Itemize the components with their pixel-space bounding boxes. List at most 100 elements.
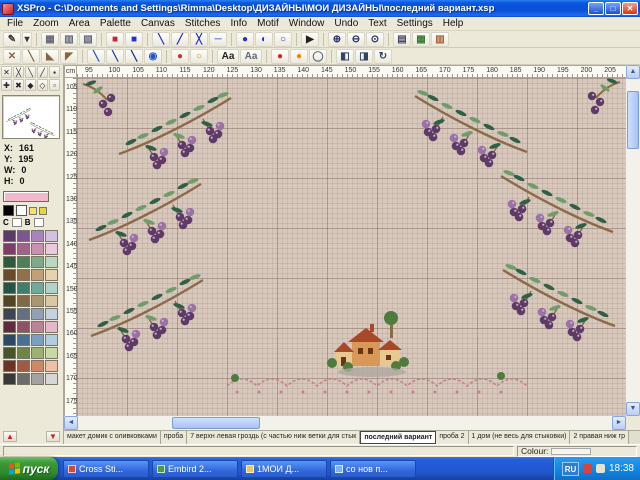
pattern-tab[interactable]: 7 верхн левая гроздь (с частью ниж ветки… xyxy=(187,431,360,444)
palette-color-swatch[interactable] xyxy=(17,282,30,294)
palette-color-swatch[interactable] xyxy=(3,282,16,294)
stitch-half-right-tool[interactable]: ╱ xyxy=(37,66,48,78)
palette-color-swatch[interactable] xyxy=(45,373,58,385)
front-color-swatch[interactable]: ■ xyxy=(106,32,124,47)
backstitch-thin[interactable]: ╲ xyxy=(87,49,105,64)
rotate-tool[interactable]: ↻ xyxy=(374,49,392,64)
stitch-double-tool[interactable]: ╳ xyxy=(13,66,24,78)
stitch-half-left-tool[interactable]: ╲ xyxy=(25,66,36,78)
backstitch-cross[interactable]: ╳ xyxy=(190,32,208,47)
menu-text[interactable]: Text xyxy=(363,17,391,30)
menu-undo[interactable]: Undo xyxy=(329,17,363,30)
taskbar-task[interactable]: Embird 2... xyxy=(152,460,238,478)
horizontal-scrollbar[interactable]: ◄ ► xyxy=(64,416,626,430)
color-dot-orange[interactable]: ● xyxy=(290,49,308,64)
palette-color-swatch[interactable] xyxy=(45,269,58,281)
backstitch-diag-left[interactable]: ╲ xyxy=(152,32,170,47)
palette-color-swatch[interactable] xyxy=(31,360,44,372)
palette-down-button[interactable]: ▼ xyxy=(46,431,60,442)
palette-color-swatch[interactable] xyxy=(31,334,44,346)
palette-color-swatch[interactable] xyxy=(31,347,44,359)
titlebar[interactable]: XSPro - C:\Documents and Settings\Rimma\… xyxy=(0,0,640,17)
pattern-tab[interactable]: проба xyxy=(161,431,187,444)
minimize-button[interactable]: _ xyxy=(588,2,604,15)
tray-icon[interactable] xyxy=(583,464,592,473)
palette-color-swatch[interactable] xyxy=(45,360,58,372)
palette-color-swatch[interactable] xyxy=(3,321,16,333)
current-color-swatch[interactable] xyxy=(3,191,49,202)
menu-stitches[interactable]: Stitches xyxy=(180,17,226,30)
palette-color-swatch[interactable] xyxy=(45,308,58,320)
palette-color-swatch[interactable] xyxy=(17,295,30,307)
palette-color-swatch[interactable] xyxy=(45,295,58,307)
menu-window[interactable]: Window xyxy=(284,17,330,30)
menu-palette[interactable]: Palette xyxy=(95,17,136,30)
palette-color-swatch[interactable] xyxy=(45,256,58,268)
text-serif-tool[interactable]: Aa xyxy=(217,49,239,64)
language-indicator[interactable]: RU xyxy=(562,462,579,476)
palette-color-swatch[interactable] xyxy=(17,256,30,268)
close-button[interactable]: ✕ xyxy=(622,2,638,15)
backstitch-line[interactable]: ─ xyxy=(209,32,227,47)
scroll-right-button[interactable]: ► xyxy=(612,416,626,430)
print[interactable]: ▤ xyxy=(393,32,411,47)
french-knot-tool[interactable]: ◉ xyxy=(144,49,162,64)
menu-area[interactable]: Area xyxy=(64,17,95,30)
palette-color-swatch[interactable] xyxy=(17,347,30,359)
mirror-vertical[interactable]: ◨ xyxy=(355,49,373,64)
grid-toggle[interactable]: ▦ xyxy=(412,32,430,47)
stitch-add-tool[interactable]: ✚ xyxy=(1,79,12,91)
menu-help[interactable]: Help xyxy=(438,17,469,30)
bead-tool[interactable]: ● xyxy=(171,49,189,64)
backstitch-thick[interactable]: ╲ xyxy=(125,49,143,64)
vertical-scroll-thumb[interactable] xyxy=(627,91,639,149)
taskbar-task[interactable]: 1МОИ Д... xyxy=(241,460,327,478)
palette-color-swatch[interactable] xyxy=(31,243,44,255)
palette-color-swatch[interactable] xyxy=(17,243,30,255)
palette-color-swatch[interactable] xyxy=(31,308,44,320)
tray-icon[interactable] xyxy=(596,464,605,473)
basic-color-swatch[interactable] xyxy=(3,205,14,216)
pattern-tab[interactable]: проба 2 xyxy=(436,431,468,444)
pencil-dropdown[interactable]: ▾ xyxy=(22,32,32,47)
backstitch-diag-right[interactable]: ╱ xyxy=(171,32,189,47)
palette-color-swatch[interactable] xyxy=(17,308,30,320)
palette-color-swatch[interactable] xyxy=(45,347,58,359)
stitch-small-tool[interactable]: ▫ xyxy=(49,79,60,91)
accent-color-swatch[interactable] xyxy=(39,207,47,215)
quarter-stitch-mode[interactable]: ▧ xyxy=(79,32,97,47)
palette-color-swatch[interactable] xyxy=(3,373,16,385)
stitch-erase-tool[interactable]: ✖ xyxy=(13,79,24,91)
palette-color-swatch[interactable] xyxy=(3,334,16,346)
select-tool[interactable]: ▶ xyxy=(301,32,319,47)
c-column-box[interactable] xyxy=(12,218,22,227)
palette-color-swatch[interactable] xyxy=(45,334,58,346)
maximize-button[interactable]: □ xyxy=(605,2,621,15)
taskbar-task[interactable]: Cross Sti... xyxy=(63,460,149,478)
stitch-outline-tool[interactable]: ◇ xyxy=(37,79,48,91)
quarter-cross-tool[interactable]: ◣ xyxy=(41,49,59,64)
palette-color-swatch[interactable] xyxy=(17,269,30,281)
accent-color-swatch[interactable] xyxy=(29,207,37,215)
palette-color-swatch[interactable] xyxy=(31,373,44,385)
menu-canvas[interactable]: Canvas xyxy=(136,17,180,30)
palette-color-swatch[interactable] xyxy=(3,308,16,320)
palette-color-swatch[interactable] xyxy=(17,360,30,372)
pencil-tool[interactable]: ✎ xyxy=(3,32,21,47)
menu-settings[interactable]: Settings xyxy=(392,17,438,30)
horizontal-scroll-thumb[interactable] xyxy=(172,417,260,429)
knot-half[interactable]: ◐ xyxy=(255,32,273,47)
palette-color-swatch[interactable] xyxy=(3,269,16,281)
color-ring[interactable]: ◯ xyxy=(309,49,327,64)
palette-color-swatch[interactable] xyxy=(3,347,16,359)
thread-list[interactable]: ▥ xyxy=(431,32,449,47)
knot-outline[interactable]: ○ xyxy=(274,32,292,47)
cross-stitch-tool[interactable]: ✕ xyxy=(3,49,21,64)
sequin-tool[interactable]: ○ xyxy=(190,49,208,64)
scroll-up-button[interactable]: ▲ xyxy=(626,65,640,79)
vertical-scrollbar[interactable]: ▲ ▼ xyxy=(626,65,640,416)
palette-color-swatch[interactable] xyxy=(3,243,16,255)
menu-info[interactable]: Info xyxy=(225,17,252,30)
palette-color-swatch[interactable] xyxy=(45,230,58,242)
palette-color-swatch[interactable] xyxy=(31,321,44,333)
